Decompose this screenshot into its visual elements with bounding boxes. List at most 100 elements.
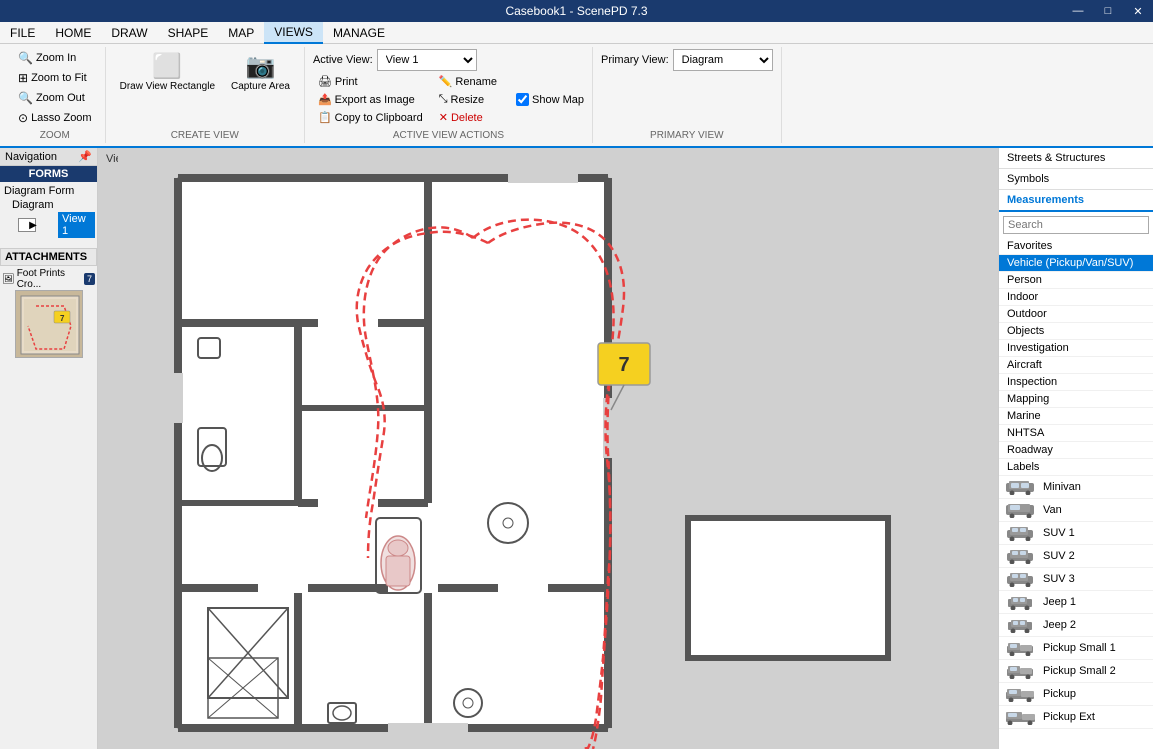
print-button[interactable]: 🖨 Print: [313, 73, 428, 90]
tab-streets-structures[interactable]: Streets & Structures: [999, 148, 1153, 169]
symbol-suv1[interactable]: SUV 1: [999, 522, 1153, 545]
nav-pin-button[interactable]: 📌: [78, 150, 92, 163]
title-bar: Casebook1 - ScenePD 7.3 — □ ✕: [0, 0, 1153, 22]
category-inspection[interactable]: Inspection: [999, 374, 1153, 391]
primary-view-title: PRIMARY VIEW: [650, 127, 724, 141]
nav-view1-row: ▶ View 1: [10, 212, 95, 238]
forms-header: FORMS: [0, 166, 97, 182]
symbol-pickup-small1[interactable]: Pickup Small 1: [999, 637, 1153, 660]
category-marine[interactable]: Marine: [999, 408, 1153, 425]
suv2-label: SUV 2: [1043, 550, 1075, 562]
ribbon-group-primary-view: Primary View: Diagram PRIMARY VIEW: [593, 47, 782, 143]
primary-view-select-row: Primary View: Diagram: [601, 49, 773, 71]
delete-icon: ✕: [439, 111, 448, 124]
category-indoor[interactable]: Indoor: [999, 289, 1153, 306]
attachment-label: Foot Prints Cro...: [17, 268, 82, 290]
menu-map[interactable]: MAP: [218, 22, 264, 44]
copy-to-clipboard-button[interactable]: 📋 Copy to Clipboard: [313, 109, 428, 126]
category-mapping[interactable]: Mapping: [999, 391, 1153, 408]
symbol-suv3[interactable]: SUV 3: [999, 568, 1153, 591]
menu-home[interactable]: HOME: [45, 22, 101, 44]
suv3-label: SUV 3: [1043, 573, 1075, 585]
pickup-small2-label: Pickup Small 2: [1043, 665, 1116, 677]
minimize-button[interactable]: —: [1063, 0, 1093, 22]
van-icon: [1005, 502, 1037, 518]
navigation-header: Navigation 📌: [0, 148, 97, 166]
ribbon: 🔍 Zoom In ⊞ Zoom to Fit 🔍 Zoom Out ⊙ Las…: [0, 44, 1153, 148]
delete-button[interactable]: ✕ Delete: [434, 109, 502, 126]
active-view-actions: 🖨 Print 📤 Export as Image 📋 Copy to Clip…: [313, 73, 584, 126]
symbol-jeep2[interactable]: Jeep 2: [999, 614, 1153, 637]
capture-area-button[interactable]: 📷 Capture Area: [225, 49, 296, 95]
ribbon-group-create-view: ⬜ Draw View Rectangle 📷 Capture Area CRE…: [106, 47, 305, 143]
symbol-pickup-ext[interactable]: Pickup Ext: [999, 706, 1153, 729]
view1-expand-button[interactable]: ▶: [18, 218, 36, 232]
category-favorites[interactable]: Favorites: [999, 238, 1153, 255]
nav-view1[interactable]: View 1: [58, 212, 95, 238]
menu-file[interactable]: FILE: [0, 22, 45, 44]
capture-area-icon: 📷: [246, 52, 276, 81]
rename-button[interactable]: ✏️ Rename: [434, 73, 502, 90]
nav-diagram[interactable]: Diagram: [10, 198, 95, 212]
attachment-thumbnail[interactable]: 7: [15, 290, 83, 358]
menu-draw[interactable]: DRAW: [101, 22, 157, 44]
active-view-select[interactable]: View 1: [377, 49, 477, 71]
symbol-minivan[interactable]: Minivan: [999, 476, 1153, 499]
right-tabs: Streets & Structures Symbols Measurement…: [999, 148, 1153, 212]
left-panel: Navigation 📌 FORMS Diagram Form Diagram …: [0, 148, 98, 749]
export-as-image-button[interactable]: 📤 Export as Image: [313, 91, 428, 108]
show-map-checkbox[interactable]: [516, 93, 529, 106]
category-investigation[interactable]: Investigation: [999, 340, 1153, 357]
category-aircraft[interactable]: Aircraft: [999, 357, 1153, 374]
create-view-buttons: ⬜ Draw View Rectangle 📷 Capture Area: [114, 49, 296, 127]
symbol-suv2[interactable]: SUV 2: [999, 545, 1153, 568]
main-layout: Navigation 📌 FORMS Diagram Form Diagram …: [0, 148, 1153, 749]
svg-text:7: 7: [618, 354, 629, 376]
close-button[interactable]: ✕: [1123, 0, 1153, 22]
category-nhtsa[interactable]: NHTSA: [999, 425, 1153, 442]
ribbon-group-active-view: Active View: View 1 🖨 Print 📤 Export as …: [305, 47, 593, 143]
menu-manage[interactable]: MANAGE: [323, 22, 395, 44]
category-person[interactable]: Person: [999, 272, 1153, 289]
symbol-jeep1[interactable]: Jeep 1: [999, 591, 1153, 614]
category-vehicle[interactable]: Vehicle (Pickup/Van/SUV): [999, 255, 1153, 272]
jeep2-label: Jeep 2: [1043, 619, 1076, 631]
right-panel: Streets & Structures Symbols Measurement…: [998, 148, 1153, 749]
resize-button[interactable]: ⤡ Resize: [434, 91, 502, 108]
attachment-label-row: 🖼 Foot Prints Cro... 7: [2, 268, 95, 290]
zoom-to-fit-button[interactable]: ⊞ Zoom to Fit: [13, 69, 97, 87]
draw-view-rectangle-button[interactable]: ⬜ Draw View Rectangle: [114, 49, 221, 95]
nav-diagram-container: Diagram ▶ View 1: [2, 198, 95, 238]
search-input[interactable]: [1003, 216, 1149, 234]
zoom-group-title: ZOOM: [40, 127, 70, 141]
canvas-area[interactable]: View 1: [98, 148, 998, 749]
van-label: Van: [1043, 504, 1062, 516]
attachment-badge: 7: [84, 273, 95, 285]
tab-symbols[interactable]: Symbols: [999, 169, 1153, 190]
menu-shape[interactable]: SHAPE: [158, 22, 219, 44]
symbol-pickup-small2[interactable]: Pickup Small 2: [999, 660, 1153, 683]
diagram-canvas[interactable]: 7: [98, 148, 998, 749]
export-icon: 📤: [318, 93, 332, 106]
zoom-out-button[interactable]: 🔍 Zoom Out: [13, 89, 97, 107]
create-view-title: CREATE VIEW: [171, 127, 239, 141]
minivan-icon: [1005, 479, 1037, 495]
category-labels[interactable]: Labels: [999, 459, 1153, 476]
primary-view-select[interactable]: Diagram: [673, 49, 773, 71]
symbol-van[interactable]: Van: [999, 499, 1153, 522]
symbol-pickup[interactable]: Pickup: [999, 683, 1153, 706]
category-outdoor[interactable]: Outdoor: [999, 306, 1153, 323]
pickup-small1-label: Pickup Small 1: [1043, 642, 1116, 654]
category-objects[interactable]: Objects: [999, 323, 1153, 340]
tab-measurements[interactable]: Measurements: [999, 190, 1153, 212]
symbol-list: Favorites Vehicle (Pickup/Van/SUV) Perso…: [999, 238, 1153, 749]
nav-diagram-form[interactable]: Diagram Form: [2, 184, 95, 198]
draw-view-icon: ⬜: [152, 52, 182, 81]
menu-views[interactable]: VIEWS: [264, 22, 323, 44]
show-map-row: Show Map: [516, 73, 584, 126]
zoom-to-fit-icon: ⊞: [18, 71, 28, 85]
category-roadway[interactable]: Roadway: [999, 442, 1153, 459]
zoom-in-button[interactable]: 🔍 Zoom In: [13, 49, 97, 67]
lasso-zoom-button[interactable]: ⊙ Lasso Zoom: [13, 109, 97, 127]
maximize-button[interactable]: □: [1093, 0, 1123, 22]
